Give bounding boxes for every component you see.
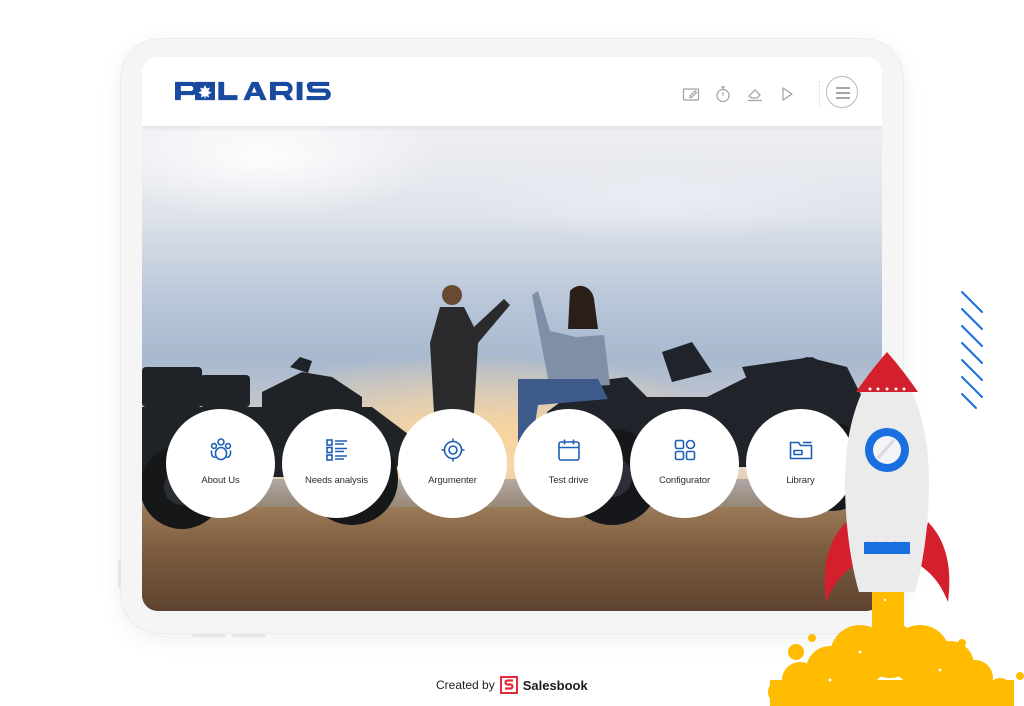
grid-icon (674, 439, 695, 461)
polaris-logo[interactable] (175, 79, 335, 103)
eraser-icon[interactable] (745, 84, 765, 104)
tile-about-us[interactable]: About Us (166, 409, 275, 518)
salesbook-brand[interactable]: Salesbook (523, 678, 588, 693)
target-icon (441, 438, 464, 462)
tile-label: Test drive (548, 475, 589, 486)
app-screen: About Us Needs analysis Argumenter Test … (142, 57, 882, 611)
decorative-stripes (961, 291, 983, 409)
tile-label: Needs analysis (304, 475, 369, 486)
hamburger-line (836, 97, 850, 99)
rocket-illustration (824, 352, 950, 602)
tile-label: Argumenter (428, 475, 477, 486)
play-icon[interactable] (777, 84, 797, 104)
team-icon (210, 438, 231, 461)
tablet-side-button (118, 560, 121, 588)
tile-label: Configurator (658, 475, 711, 486)
toolbar-divider (819, 81, 820, 107)
created-by-text: Created by (436, 678, 495, 692)
toolbar-icons (681, 81, 820, 107)
tablet-bottom-button (232, 634, 266, 637)
tile-label: Library (786, 475, 815, 486)
atv-scene-illustration (142, 285, 876, 529)
navigation-tiles: About Us Needs analysis Argumenter Test … (166, 409, 855, 518)
note-edit-icon[interactable] (681, 84, 701, 104)
tile-configurator[interactable]: Configurator (630, 409, 739, 518)
created-by-credit: Created by Salesbook (436, 676, 588, 694)
tile-argumenter[interactable]: Argumenter (398, 409, 507, 518)
tile-needs-analysis[interactable]: Needs analysis (282, 409, 391, 518)
hamburger-line (836, 92, 850, 94)
hero-image (142, 127, 882, 611)
hamburger-line (836, 87, 850, 89)
top-bar (142, 57, 882, 127)
tile-label: About Us (201, 475, 240, 486)
calendar-icon (557, 439, 580, 461)
salesbook-logo-icon (499, 676, 518, 694)
tablet-bottom-button (192, 634, 226, 637)
checklist-icon (325, 439, 347, 461)
stopwatch-icon[interactable] (713, 84, 733, 104)
folder-icon (789, 441, 812, 460)
tile-test-drive[interactable]: Test drive (514, 409, 623, 518)
hamburger-menu-button[interactable] (826, 76, 858, 108)
